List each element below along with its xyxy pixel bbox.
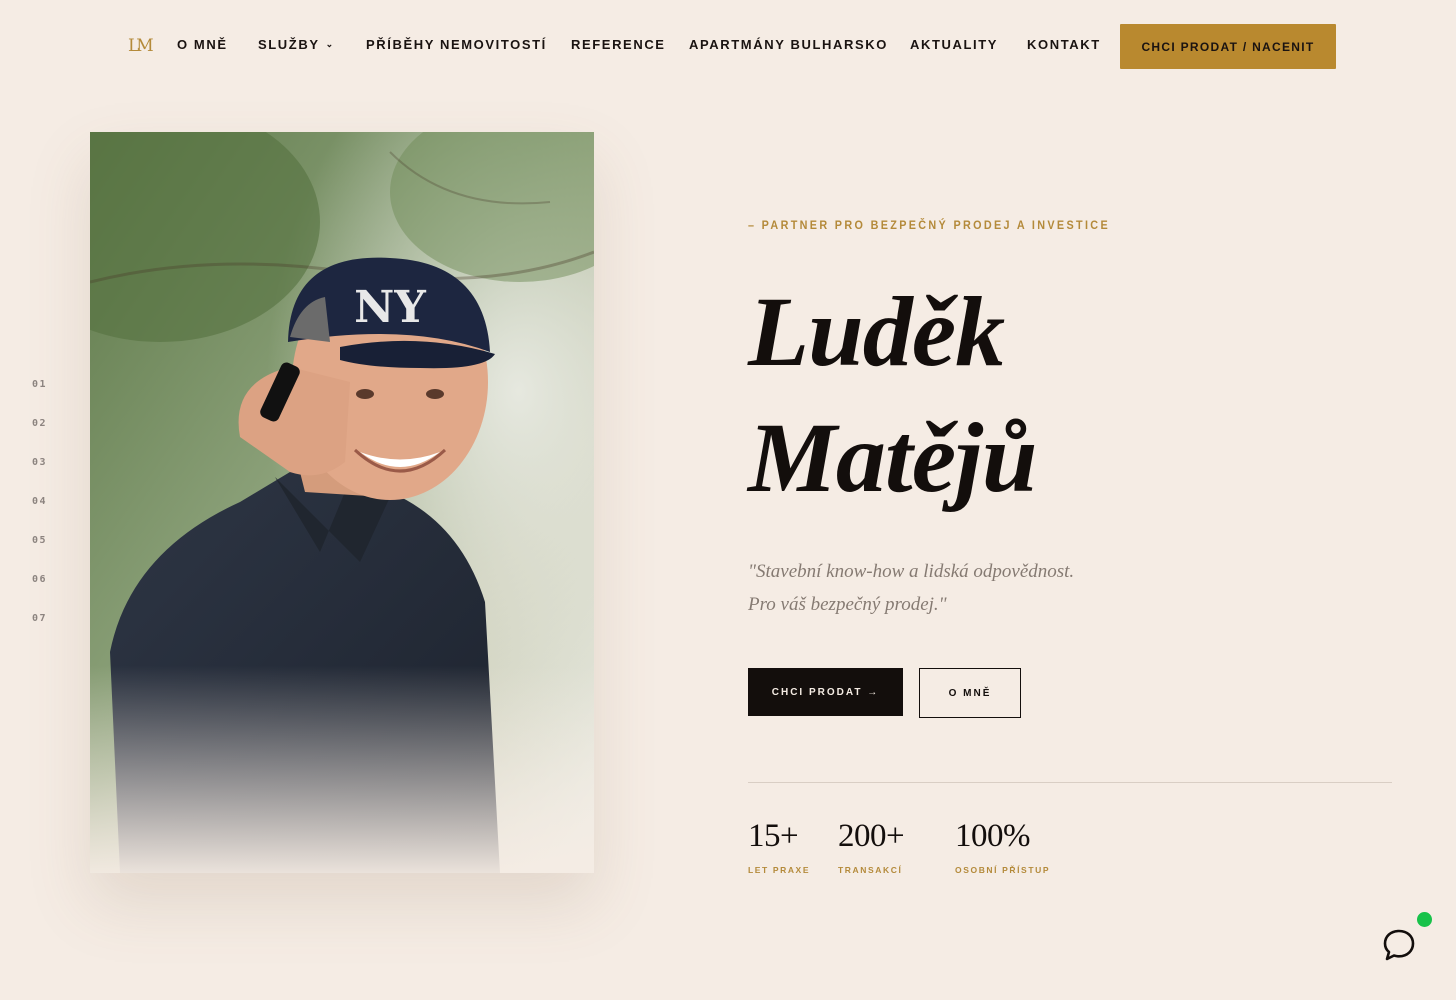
sell-valuation-button[interactable]: CHCI PRODAT / NACENIT: [1120, 24, 1336, 69]
nav-item-pribehy-nemovitosti[interactable]: PŘÍBĚHY NEMOVITOSTÍ: [366, 37, 547, 52]
hero-last-name: Matějů: [748, 402, 1037, 513]
hero-first-name: Luděk: [748, 276, 1005, 387]
about-me-button[interactable]: O MNĚ: [919, 668, 1021, 718]
nav-item-o-mne[interactable]: O MNĚ: [177, 37, 228, 52]
nav-item-aktuality[interactable]: AKTUALITY: [910, 37, 998, 52]
stats-divider: [748, 782, 1392, 783]
hero-eyebrow: – PARTNER PRO BEZPEČNÝ PRODEJ A INVESTIC…: [748, 218, 1110, 232]
online-status-indicator: [1417, 912, 1432, 927]
hero-quote-line-1: "Stavební know-how a lidská odpovědnost.: [748, 561, 1075, 582]
nav-item-sluzby-label: SLUŽBY: [258, 37, 320, 52]
section-dot-01[interactable]: 01: [32, 379, 47, 390]
portrait-illustration: NY: [90, 132, 594, 873]
section-dot-04[interactable]: 04: [32, 496, 47, 507]
stat-personal-label: OSOBNÍ PŘÍSTUP: [955, 865, 1051, 875]
nav-item-kontakt[interactable]: KONTAKT: [1027, 37, 1101, 52]
chevron-down-icon: ⌄: [325, 39, 335, 49]
portrait-photo: NY: [90, 132, 594, 873]
section-dot-02[interactable]: 02: [32, 418, 47, 429]
top-navigation: LM O MNĚ SLUŽBY ⌄ PŘÍBĚHY NEMOVITOSTÍ REF…: [0, 0, 1456, 92]
hero-quote-line-2: Pro váš bezpečný prodej.": [748, 594, 947, 615]
nav-item-apartmany-bulharsko[interactable]: APARTMÁNY BULHARSKO: [689, 37, 888, 52]
stat-years-value: 15+: [748, 818, 799, 854]
stat-transactions-label: TRANSAKCÍ: [838, 865, 903, 875]
section-dot-03[interactable]: 03: [32, 457, 47, 468]
logo[interactable]: LM: [128, 32, 154, 60]
nav-item-reference[interactable]: REFERENCE: [571, 37, 666, 52]
chat-bubble-icon: [1383, 929, 1415, 961]
section-dot-06[interactable]: 06: [32, 574, 47, 585]
section-dot-07[interactable]: 07: [32, 613, 47, 624]
want-to-sell-button[interactable]: CHCI PRODAT →: [748, 668, 903, 716]
stat-transactions-value: 200+: [838, 818, 905, 854]
chat-widget-button[interactable]: [1380, 926, 1418, 964]
stat-years-label: LET PRAXE: [748, 865, 811, 875]
nav-item-sluzby[interactable]: SLUŽBY ⌄: [258, 37, 335, 52]
stat-personal-value: 100%: [955, 818, 1031, 854]
section-dot-05[interactable]: 05: [32, 535, 47, 546]
